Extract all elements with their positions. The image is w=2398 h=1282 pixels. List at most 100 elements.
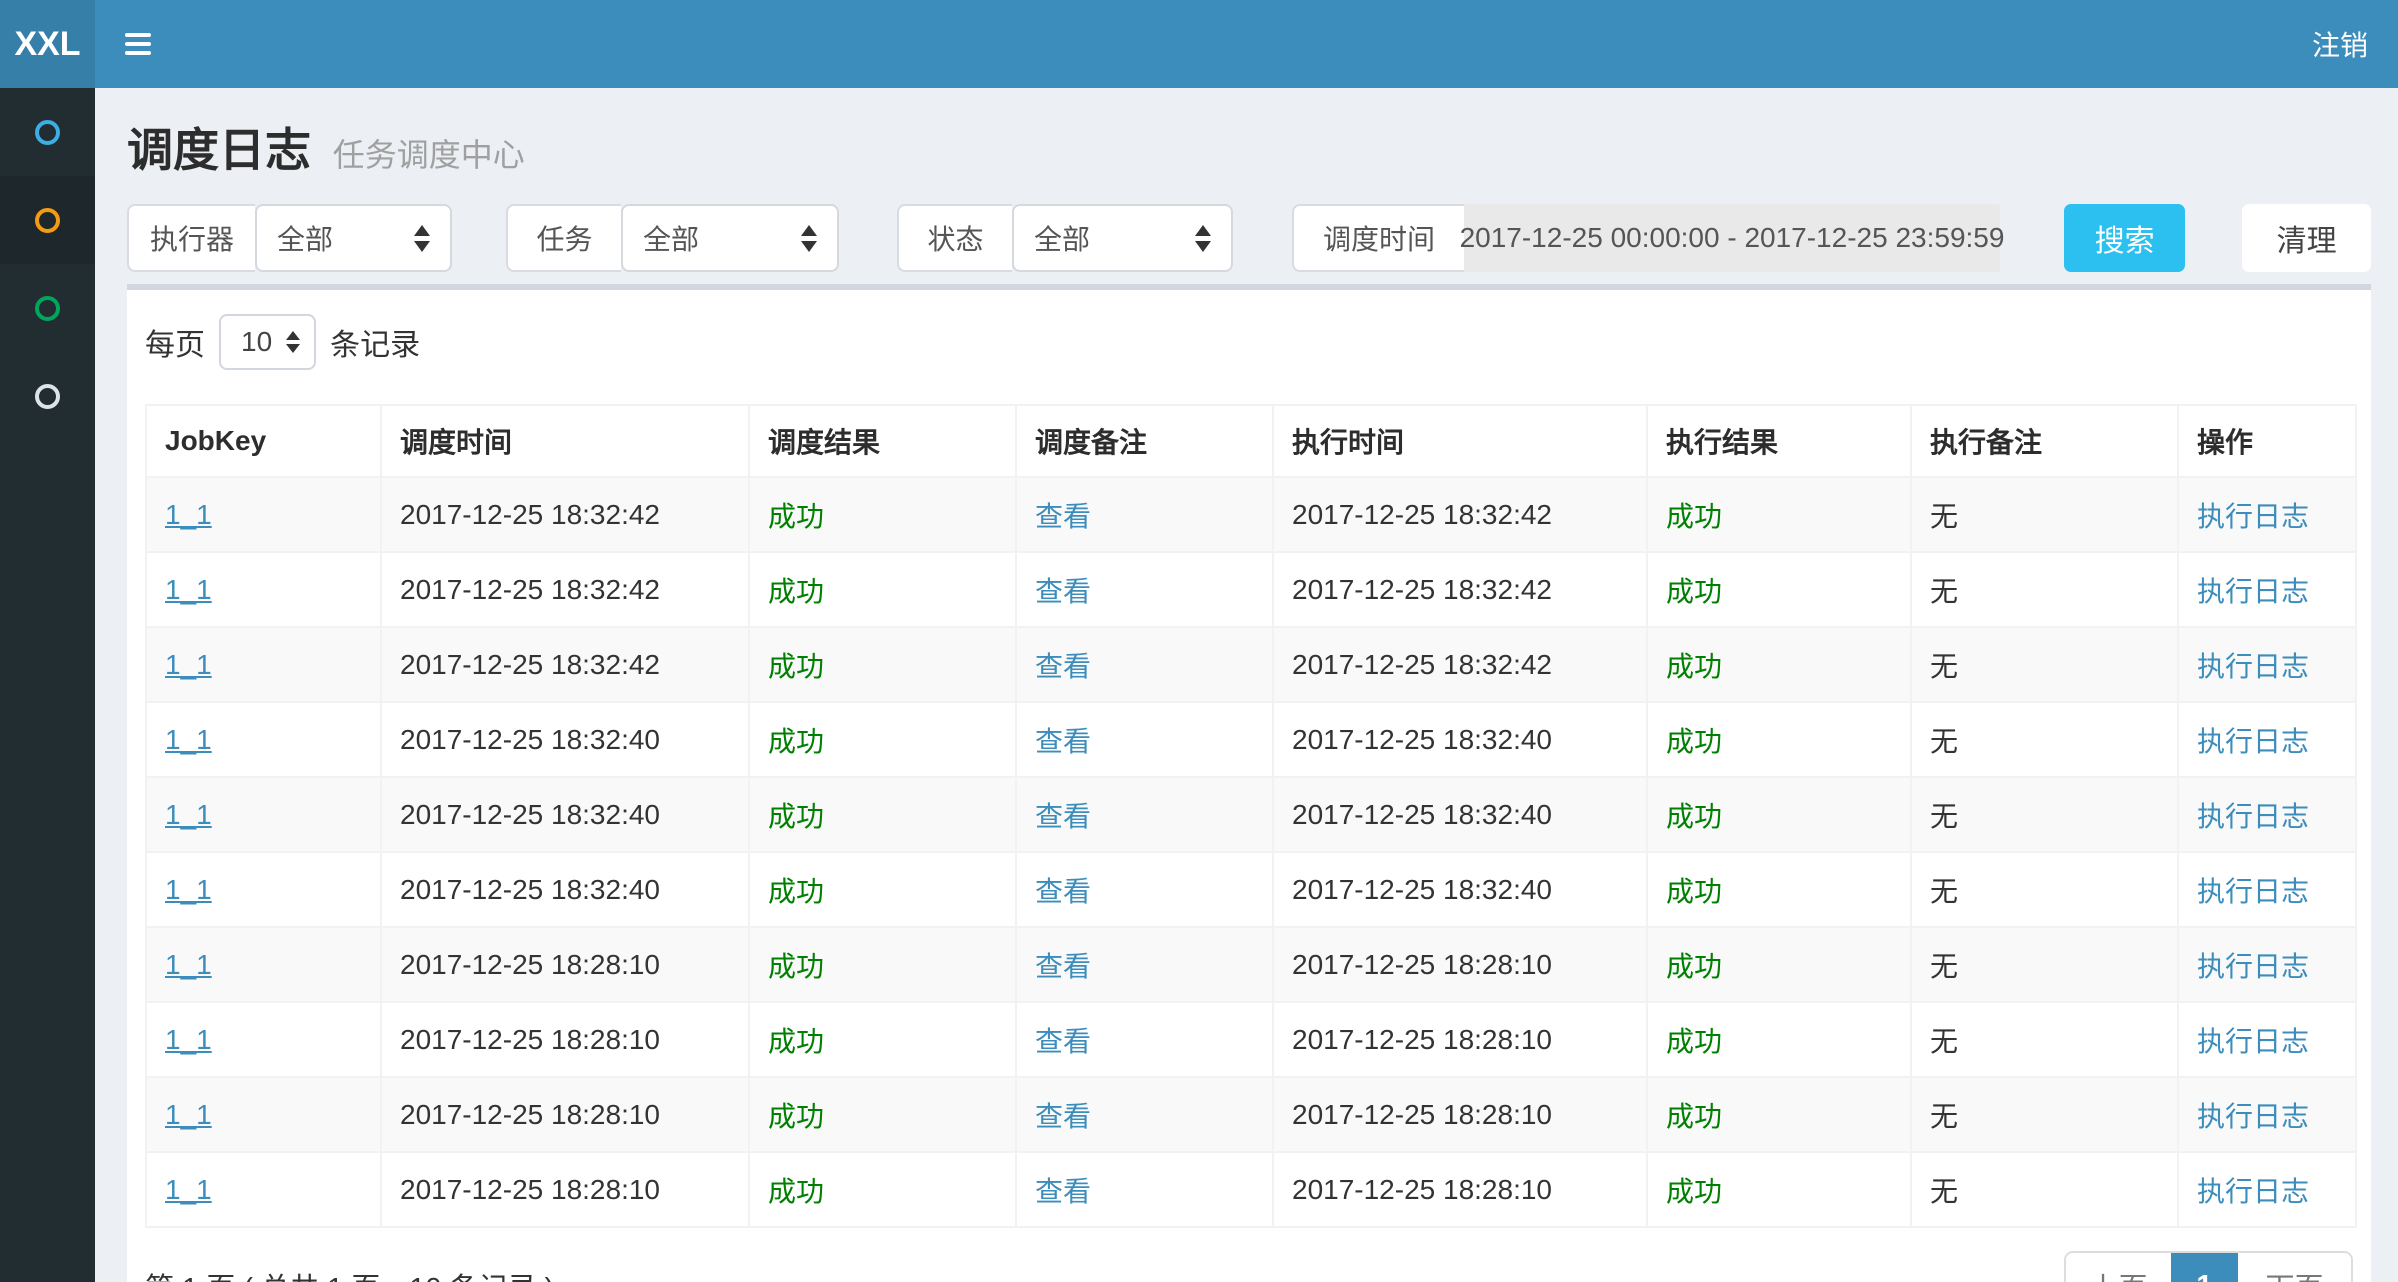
- table-row: 1_1 2017-12-25 18:32:40 成功 查看 2017-12-25…: [146, 702, 2356, 777]
- jobkey-link[interactable]: 1_1: [165, 1099, 212, 1130]
- jobkey-link[interactable]: 1_1: [165, 874, 212, 905]
- circle-o-icon: [35, 208, 60, 233]
- trigger-msg-link[interactable]: 查看: [1035, 951, 1091, 982]
- trigger-result-cell: 成功: [749, 1077, 1016, 1152]
- trigger-time-cell: 2017-12-25 18:28:10: [381, 1002, 749, 1077]
- length-suffix-label: 条记录: [330, 320, 420, 364]
- table-row: 1_1 2017-12-25 18:28:10 成功 查看 2017-12-25…: [146, 927, 2356, 1002]
- handle-result-cell: 成功: [1647, 627, 1911, 702]
- exec-log-link[interactable]: 执行日志: [2197, 726, 2309, 757]
- handle-result-cell: 成功: [1647, 777, 1911, 852]
- handle-msg-cell: 无: [1911, 1152, 2178, 1227]
- length-prefix-label: 每页: [145, 320, 205, 364]
- table-body: 1_1 2017-12-25 18:32:42 成功 查看 2017-12-25…: [146, 477, 2356, 1227]
- trigger-msg-link[interactable]: 查看: [1035, 651, 1091, 682]
- status-select-value: 全部: [1034, 218, 1177, 258]
- joblog-table: JobKey 调度时间 调度结果 调度备注 执行时间 执行结果 执行备注 操作 …: [145, 404, 2357, 1228]
- exec-log-link[interactable]: 执行日志: [2197, 876, 2309, 907]
- sidebar-item-executor[interactable]: [0, 352, 95, 440]
- prev-page-button[interactable]: 上页: [2066, 1253, 2171, 1282]
- trigger-msg-link[interactable]: 查看: [1035, 1101, 1091, 1132]
- jobkey-link[interactable]: 1_1: [165, 574, 212, 605]
- logout-link[interactable]: 注销: [2312, 24, 2368, 64]
- sidebar: [0, 88, 95, 1282]
- page-header: 调度日志 任务调度中心: [127, 114, 2371, 180]
- job-select[interactable]: 全部: [621, 204, 839, 272]
- circle-o-icon: [35, 120, 60, 145]
- executor-select[interactable]: 全部: [255, 204, 452, 272]
- trigger-result-cell: 成功: [749, 927, 1016, 1002]
- jobkey-link[interactable]: 1_1: [165, 499, 212, 530]
- handle-msg-cell: 无: [1911, 927, 2178, 1002]
- table-row: 1_1 2017-12-25 18:28:10 成功 查看 2017-12-25…: [146, 1002, 2356, 1077]
- top-navbar: XXL 注销: [0, 0, 2398, 88]
- handle-msg-cell: 无: [1911, 852, 2178, 927]
- filter-toolbar: 执行器 全部 任务 全部 状态 全部 调度时间 2017-12-25 00:00…: [127, 204, 2371, 272]
- log-table-box: 每页 10 条记录 JobKey 调度时间 调度结果 调度备注 执行时间 执行结…: [127, 284, 2371, 1282]
- handle-result-cell: 成功: [1647, 1002, 1911, 1077]
- handle-msg-cell: 无: [1911, 1077, 2178, 1152]
- sidebar-item-joblog[interactable]: [0, 264, 95, 352]
- exec-log-link[interactable]: 执行日志: [2197, 576, 2309, 607]
- executor-label: 执行器: [127, 204, 255, 272]
- jobkey-link[interactable]: 1_1: [165, 649, 212, 680]
- trigger-msg-link[interactable]: 查看: [1035, 1176, 1091, 1207]
- main-content: 调度日志 任务调度中心 执行器 全部 任务 全部 状态 全部: [95, 88, 2398, 1282]
- sidebar-item-jobinfo[interactable]: [0, 176, 95, 264]
- exec-log-link[interactable]: 执行日志: [2197, 1101, 2309, 1132]
- col-header-trigger-result: 调度结果: [749, 405, 1016, 477]
- trigger-msg-link[interactable]: 查看: [1035, 876, 1091, 907]
- trigger-msg-link[interactable]: 查看: [1035, 501, 1091, 532]
- clear-button[interactable]: 清理: [2242, 204, 2371, 272]
- sidebar-item-report[interactable]: [0, 88, 95, 176]
- table-header-row: JobKey 调度时间 调度结果 调度备注 执行时间 执行结果 执行备注 操作: [146, 405, 2356, 477]
- col-header-trigger-msg: 调度备注: [1016, 405, 1273, 477]
- jobkey-link[interactable]: 1_1: [165, 1024, 212, 1055]
- exec-log-link[interactable]: 执行日志: [2197, 651, 2309, 682]
- current-page-button[interactable]: 1: [2171, 1253, 2238, 1282]
- handle-msg-cell: 无: [1911, 477, 2178, 552]
- select-arrows-icon: [286, 331, 300, 353]
- page-length-select[interactable]: 10: [219, 314, 316, 370]
- trigger-time-cell: 2017-12-25 18:28:10: [381, 927, 749, 1002]
- exec-log-link[interactable]: 执行日志: [2197, 801, 2309, 832]
- jobkey-link[interactable]: 1_1: [165, 724, 212, 755]
- col-header-handle-result: 执行结果: [1647, 405, 1911, 477]
- handle-msg-cell: 无: [1911, 702, 2178, 777]
- next-page-button[interactable]: 下页: [2238, 1253, 2351, 1282]
- jobkey-link[interactable]: 1_1: [165, 949, 212, 980]
- col-header-jobkey: JobKey: [146, 405, 381, 477]
- exec-log-link[interactable]: 执行日志: [2197, 1176, 2309, 1207]
- app-logo[interactable]: XXL: [0, 0, 95, 88]
- exec-log-link[interactable]: 执行日志: [2197, 501, 2309, 532]
- trigger-time-cell: 2017-12-25 18:32:42: [381, 477, 749, 552]
- handle-time-cell: 2017-12-25 18:32:40: [1273, 852, 1647, 927]
- jobkey-link[interactable]: 1_1: [165, 1174, 212, 1205]
- page-length-control: 每页 10 条记录: [145, 314, 2353, 370]
- status-select[interactable]: 全部: [1012, 204, 1233, 272]
- daterange-input[interactable]: 2017-12-25 00:00:00 - 2017-12-25 23:59:5…: [1464, 204, 2000, 272]
- trigger-time-cell: 2017-12-25 18:32:40: [381, 702, 749, 777]
- col-header-trigger-time: 调度时间: [381, 405, 749, 477]
- trigger-msg-link[interactable]: 查看: [1035, 801, 1091, 832]
- trigger-time-cell: 2017-12-25 18:32:40: [381, 777, 749, 852]
- table-footer: 第 1 页 ( 总共 1 页，10 条记录 ) 上页 1 下页: [145, 1246, 2353, 1282]
- sidebar-toggle-icon[interactable]: [125, 33, 151, 55]
- trigger-result-cell: 成功: [749, 552, 1016, 627]
- search-button[interactable]: 搜索: [2064, 204, 2185, 272]
- table-row: 1_1 2017-12-25 18:32:40 成功 查看 2017-12-25…: [146, 777, 2356, 852]
- exec-log-link[interactable]: 执行日志: [2197, 951, 2309, 982]
- trigger-msg-link[interactable]: 查看: [1035, 576, 1091, 607]
- trigger-msg-link[interactable]: 查看: [1035, 1026, 1091, 1057]
- table-row: 1_1 2017-12-25 18:32:42 成功 查看 2017-12-25…: [146, 477, 2356, 552]
- handle-result-cell: 成功: [1647, 1152, 1911, 1227]
- handle-time-cell: 2017-12-25 18:32:40: [1273, 702, 1647, 777]
- table-row: 1_1 2017-12-25 18:32:40 成功 查看 2017-12-25…: [146, 852, 2356, 927]
- trigger-time-cell: 2017-12-25 18:32:42: [381, 552, 749, 627]
- trigger-time-label: 调度时间: [1292, 204, 1464, 272]
- exec-log-link[interactable]: 执行日志: [2197, 1026, 2309, 1057]
- trigger-msg-link[interactable]: 查看: [1035, 726, 1091, 757]
- jobkey-link[interactable]: 1_1: [165, 799, 212, 830]
- trigger-result-cell: 成功: [749, 627, 1016, 702]
- job-select-value: 全部: [643, 218, 783, 258]
